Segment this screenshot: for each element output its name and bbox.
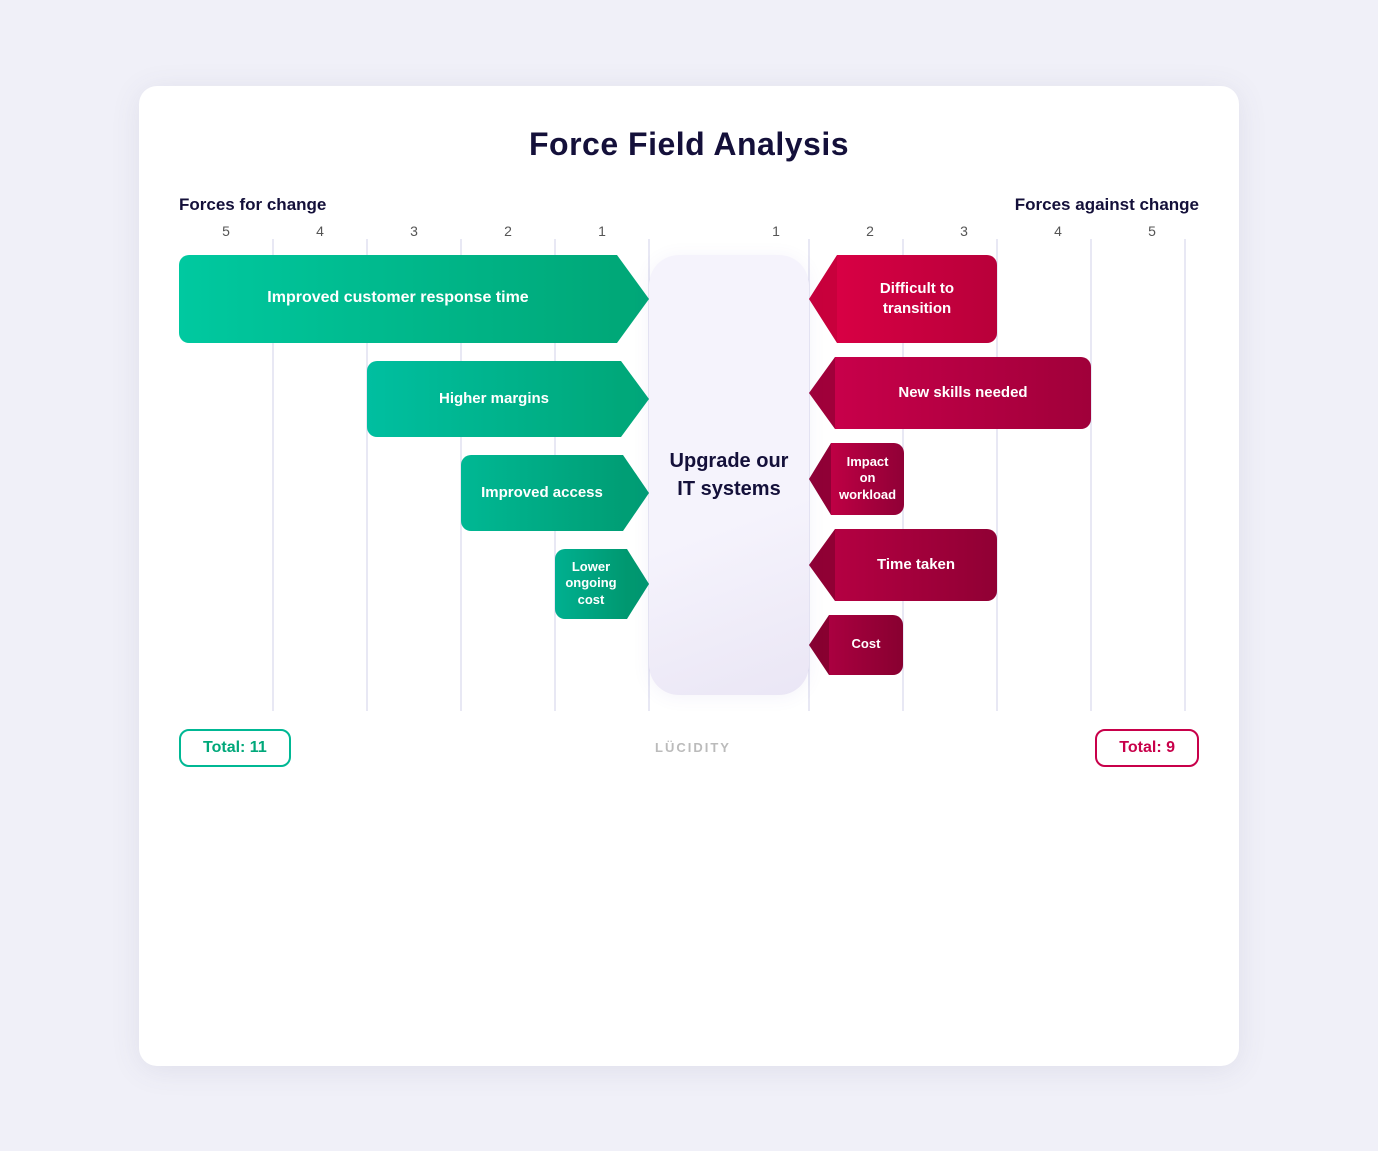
scale-right-5: 5	[1105, 223, 1199, 239]
main-title: Force Field Analysis	[179, 126, 1199, 163]
right-bar-5: Cost	[809, 615, 1199, 675]
scale-right-3: 3	[917, 223, 1011, 239]
totals-row: Total: 11 LÜCIDITY Total: 9	[179, 729, 1199, 767]
right-bar-1: Difficult to transition	[809, 255, 1199, 343]
scale-right-1: 1	[729, 223, 823, 239]
main-body: Improved customer response time Higher m…	[179, 239, 1199, 711]
left-bar-3: Improved access	[179, 455, 649, 531]
left-bars-area: Improved customer response time Higher m…	[179, 239, 649, 711]
right-bar-2: New skills needed	[809, 357, 1199, 429]
right-bar-4-label: Time taken	[877, 555, 955, 575]
right-bar-1-label: Difficult to transition	[849, 279, 985, 318]
center-label: Upgrade our IT systems	[659, 447, 799, 503]
right-bar-3-label: Impact on workload	[839, 454, 896, 503]
scale-right-4: 4	[1011, 223, 1105, 239]
right-bars-area: Difficult to transition New skills neede…	[809, 239, 1199, 711]
left-header: Forces for change	[179, 195, 326, 215]
right-bar-5-label: Cost	[852, 636, 881, 652]
left-scale: 1 2 3 4 5	[179, 223, 649, 239]
scale-left-5: 5	[179, 223, 273, 239]
total-left: Total: 11	[179, 729, 291, 767]
left-bar-4: Lower ongoing cost	[179, 549, 649, 619]
right-bar-4: Time taken	[809, 529, 1199, 601]
main-card: Force Field Analysis Forces for change F…	[139, 86, 1239, 1066]
right-bar-2-label: New skills needed	[898, 383, 1027, 403]
left-bar-2: Higher margins	[179, 361, 649, 437]
left-bar-1: Improved customer response time	[179, 255, 649, 343]
right-header: Forces against change	[1015, 195, 1199, 215]
scale-left-1: 1	[555, 223, 649, 239]
left-bar-4-label: Lower ongoing cost	[563, 559, 619, 608]
scale-left-3: 3	[367, 223, 461, 239]
left-bar-1-label: Improved customer response time	[267, 288, 528, 309]
right-bar-3: Impact on workload	[809, 443, 1199, 515]
right-scale: 1 2 3 4 5	[729, 223, 1199, 239]
scale-right-2: 2	[823, 223, 917, 239]
scale-left-4: 4	[273, 223, 367, 239]
lucidity-label: LÜCIDITY	[655, 740, 731, 755]
center-box: Upgrade our IT systems	[649, 255, 809, 695]
scale-left-2: 2	[461, 223, 555, 239]
section-headers: Forces for change Forces against change	[179, 195, 1199, 215]
left-bar-3-label: Improved access	[481, 483, 603, 503]
total-right: Total: 9	[1095, 729, 1199, 767]
left-bar-2-label: Higher margins	[439, 389, 549, 409]
